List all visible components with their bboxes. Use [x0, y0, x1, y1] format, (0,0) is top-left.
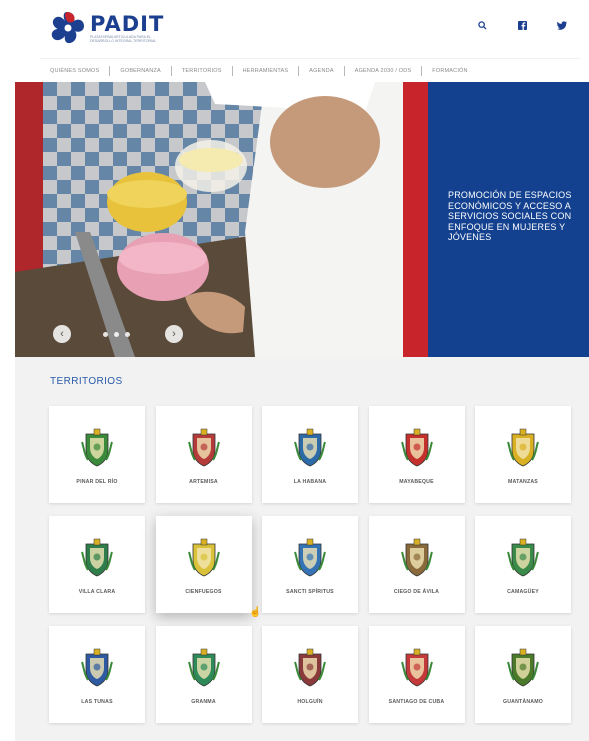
territory-label: SANCTI SPÍRITUS: [286, 589, 334, 595]
coat-of-arms-icon: [507, 428, 539, 467]
main-nav: QUIÉNES SOMOS GOBERNANZA TERRITORIOS HER…: [40, 58, 580, 82]
coat-of-arms-icon: [400, 538, 433, 577]
coat-of-arms-icon: [400, 428, 433, 467]
territory-card[interactable]: CIEGO DE ÁVILA: [368, 516, 465, 613]
coat-of-arms-icon: [400, 648, 433, 687]
territory-card[interactable]: PINAR DEL RÍO: [49, 406, 145, 503]
territory-label: GUANTÁNAMO: [502, 699, 544, 705]
territory-card[interactable]: CIENFUEGOS: [155, 516, 252, 613]
territory-card[interactable]: MATANZAS: [475, 406, 571, 503]
page: PADIT PLATAFORMA ARTICULADA PARA EL DESA…: [0, 0, 589, 741]
nav-item-agenda[interactable]: AGENDA: [299, 65, 345, 76]
header-icons: [475, 18, 569, 32]
territory-label: LAS TUNAS: [81, 699, 113, 705]
coat-of-arms-icon: [507, 538, 539, 577]
nav-item-herramientas[interactable]: HERRAMIENTAS: [233, 65, 300, 76]
padit-logo-icon: [51, 12, 84, 44]
territory-label: ARTEMISA: [189, 479, 218, 485]
territory-label: CIENFUEGOS: [185, 589, 222, 595]
hero-text-panel: PROMOCIÓN DE ESPACIOS ECONÓMICOS Y ACCES…: [428, 82, 589, 357]
nav-item-formacion[interactable]: FORMACIÓN: [422, 66, 477, 76]
coat-of-arms-icon: [294, 538, 326, 577]
coat-of-arms-icon: [294, 648, 326, 687]
nav-item-agenda-2030[interactable]: AGENDA 2030 / ODS: [345, 65, 423, 76]
hero-dot[interactable]: [103, 332, 108, 337]
hero-pagination: [103, 332, 130, 337]
territory-card[interactable]: SANCTI SPÍRITUS: [262, 516, 358, 613]
padit-logo[interactable]: PADIT PLATAFORMA ARTICULADA PARA EL DESA…: [48, 10, 188, 46]
hero-dot[interactable]: [114, 332, 119, 337]
territory-card[interactable]: GUANTÁNAMO: [475, 626, 571, 723]
territories-title: TERRITORIOS: [50, 376, 123, 387]
territory-label: VILLA CLARA: [78, 589, 116, 595]
territory-label: MATANZAS: [508, 479, 538, 485]
territory-card[interactable]: LAS TUNAS: [49, 626, 145, 723]
territory-label: GRANMA: [191, 699, 216, 705]
territory-label: PINAR DEL RÍO: [76, 479, 118, 485]
hero-slider[interactable]: ‹ › PROMOCIÓN DE ESPACIOS ECONÓMICOS Y A…: [15, 82, 589, 357]
nav-item-quienes-somos[interactable]: QUIÉNES SOMOS: [40, 65, 111, 76]
territory-label: SANTIAGO DE CUBA: [388, 699, 445, 705]
coat-of-arms-icon: [507, 648, 539, 687]
coat-of-arms-icon: [294, 428, 326, 467]
coat-of-arms-icon: [81, 428, 113, 467]
territory-card[interactable]: ARTEMISA: [155, 406, 252, 503]
territory-card[interactable]: HOLGUÍN: [262, 626, 358, 723]
twitter-icon[interactable]: [555, 18, 569, 32]
territory-label: LA HABANA: [293, 479, 327, 485]
coat-of-arms-icon: [187, 538, 220, 577]
coat-of-arms-icon: [81, 648, 113, 687]
search-icon[interactable]: [475, 18, 489, 32]
territory-label: MAYABEQUE: [399, 479, 434, 485]
coat-of-arms-icon: [187, 428, 220, 467]
hero-headline: PROMOCIÓN DE ESPACIOS ECONÓMICOS Y ACCES…: [448, 190, 572, 242]
hero-next-button[interactable]: ›: [165, 325, 183, 343]
hero-prev-button[interactable]: ‹: [53, 325, 71, 343]
facebook-icon[interactable]: [515, 18, 529, 32]
cursor-pointer-icon: ☝: [249, 607, 262, 618]
coat-of-arms-icon: [81, 538, 113, 577]
territory-card[interactable]: GRANMA: [155, 626, 252, 723]
territory-card[interactable]: CAMAGÜEY: [475, 516, 571, 613]
territory-card[interactable]: LA HABANA: [262, 406, 358, 503]
hero-dot[interactable]: [125, 332, 130, 337]
territory-label: CAMAGÜEY: [507, 589, 539, 595]
territory-card[interactable]: VILLA CLARA: [49, 516, 145, 613]
territory-label: CIEGO DE ÁVILA: [393, 589, 440, 595]
site-header: PADIT PLATAFORMA ARTICULADA PARA EL DESA…: [0, 0, 589, 58]
territory-card[interactable]: SANTIAGO DE CUBA: [368, 626, 465, 723]
territories-section: TERRITORIOS PINAR DEL RÍO ARTEMISA LA HABA…: [15, 357, 589, 741]
nav-item-gobernanza[interactable]: GOBERNANZA: [110, 65, 172, 76]
hero-photo: ‹ ›: [15, 82, 428, 357]
nav-item-territorios[interactable]: TERRITORIOS: [172, 65, 233, 76]
brand-tagline: PLATAFORMA ARTICULADA PARA EL DESARROLLO…: [90, 35, 157, 43]
brand-name: PADIT: [90, 12, 165, 36]
territory-card[interactable]: MAYABEQUE: [368, 406, 465, 503]
territory-label: HOLGUÍN: [297, 699, 323, 705]
coat-of-arms-icon: [187, 648, 220, 687]
